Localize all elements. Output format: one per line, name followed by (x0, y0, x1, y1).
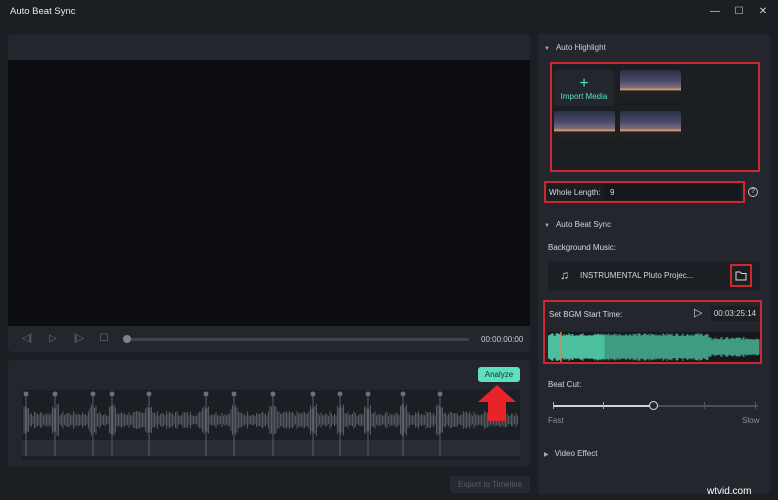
beat-marker (203, 391, 209, 397)
scrubber-handle[interactable] (123, 335, 131, 343)
slider-tick (704, 402, 705, 409)
beat-marker (90, 391, 96, 397)
beat-marker (52, 391, 58, 397)
media-thumbnail[interactable] (620, 70, 681, 106)
media-thumbnail[interactable] (554, 111, 615, 147)
maximize-button[interactable]: ☐ (729, 4, 749, 20)
beat-marker (146, 391, 152, 397)
play-icon[interactable]: ▷ (46, 333, 60, 345)
slow-label: Slow (742, 416, 760, 425)
music-name: INSTRUMENTAL Pluto Projec... (580, 271, 694, 280)
auto-beat-sync-section[interactable]: ▼ Auto Beat Sync (544, 220, 611, 229)
play-icon[interactable]: ▷ (694, 306, 702, 319)
collapse-triangle-icon: ▼ (544, 223, 550, 229)
beat-marker (437, 391, 443, 397)
minimize-button[interactable]: — (705, 4, 725, 20)
beat-waveform[interactable] (22, 390, 520, 460)
folder-button[interactable] (730, 264, 752, 287)
video-preview (8, 60, 530, 326)
beat-cut-label: Beat Cut: (548, 380, 582, 389)
stop-icon[interactable]: ☐ (97, 333, 111, 345)
beat-marker (400, 391, 406, 397)
title-bar (0, 0, 778, 24)
folder-icon (735, 271, 747, 281)
beat-cut-slider-handle[interactable] (649, 401, 658, 410)
auto-highlight-section[interactable]: ▼ Auto Highlight (544, 43, 606, 52)
beat-marker (23, 391, 29, 397)
playback-scrubber[interactable] (127, 338, 469, 341)
slider-tick (603, 402, 604, 409)
bgm-start-time[interactable]: 00:03:25:14 (711, 306, 759, 321)
beat-marker (337, 391, 343, 397)
playback-timecode: 00:00:00:00 (481, 335, 524, 344)
background-music-label: Background Music: (548, 243, 617, 252)
bgm-start-label: Set BGM Start Time: (549, 310, 623, 319)
beat-track (22, 440, 520, 456)
beat-marker (270, 391, 276, 397)
expand-triangle-icon: ▶ (544, 452, 549, 458)
collapse-triangle-icon: ▼ (544, 46, 550, 52)
fast-label: Fast (548, 416, 564, 425)
help-icon[interactable]: ? (748, 187, 758, 197)
analyze-button[interactable]: Analyze (478, 367, 520, 382)
whole-length-input[interactable]: 9 (604, 184, 740, 200)
beat-marker (310, 391, 316, 397)
slider-tick (553, 402, 554, 409)
slider-tick (755, 402, 756, 409)
next-frame-icon[interactable]: |▷ (72, 333, 86, 345)
beat-marker (365, 391, 371, 397)
import-media-button[interactable]: + Import Media (554, 70, 614, 106)
export-to-timeline-button[interactable]: Export to Timeline (450, 476, 530, 493)
watermark: wtvid.com (707, 486, 752, 497)
plus-icon: + (579, 75, 589, 92)
red-arrow-annotation (478, 385, 516, 421)
media-thumbnail[interactable] (620, 111, 681, 147)
bgm-waveform[interactable] (547, 332, 760, 362)
previous-frame-icon[interactable]: ◁| (20, 333, 34, 345)
beat-marker (231, 391, 237, 397)
beat-marker (109, 391, 115, 397)
video-effect-section[interactable]: ▶ Video Effect (544, 449, 597, 458)
window-title: Auto Beat Sync (10, 6, 76, 17)
music-note-icon: ♫ (560, 268, 569, 282)
whole-length-label: Whole Length: (549, 188, 601, 197)
close-button[interactable]: ✕ (753, 4, 773, 20)
